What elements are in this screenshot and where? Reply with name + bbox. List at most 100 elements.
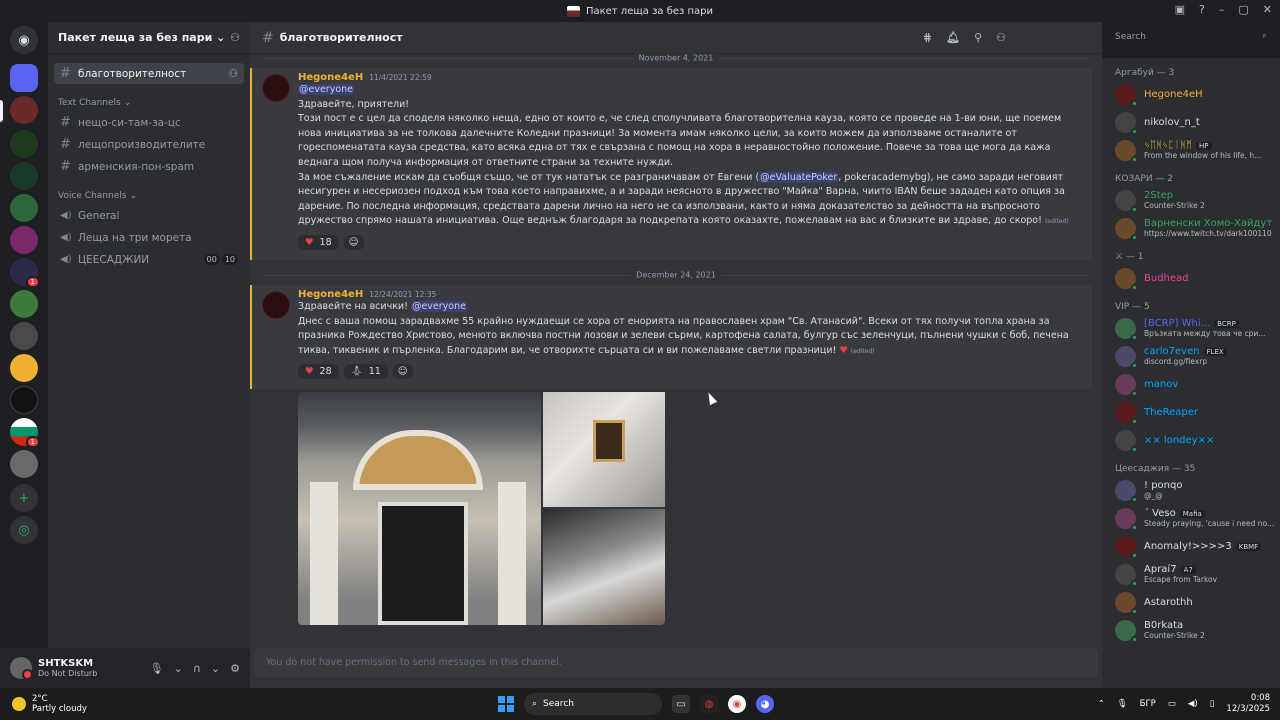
avatar[interactable]	[1115, 139, 1138, 163]
language-indicator[interactable]: БГР	[1140, 699, 1156, 709]
server-icon[interactable]	[10, 450, 38, 478]
member-item[interactable]: B0rkata Counter-Strike 2	[1102, 616, 1280, 644]
member-item[interactable]: Astarothh	[1102, 588, 1280, 616]
server-icon[interactable]	[10, 354, 38, 382]
member-item[interactable]: ´ Veso Mafia Steady praying, 'cause i need…	[1102, 504, 1280, 532]
avatar[interactable]	[1115, 479, 1138, 503]
mention[interactable]: @eValuatePoker	[759, 171, 839, 183]
clock[interactable]: 0:08 12/3/2025	[1226, 693, 1270, 715]
avatar[interactable]	[1115, 217, 1138, 241]
reaction-pray[interactable]: 🙏︎ 11	[343, 364, 388, 380]
category-voice-channels[interactable]: Voice Channels ⌄	[58, 191, 250, 201]
avatar[interactable]	[1115, 267, 1138, 291]
message-author[interactable]: Hegone4eH	[298, 289, 363, 300]
member-item[interactable]: Варненски Хомо-Хайдут https://www.twitch.…	[1102, 214, 1280, 242]
chevron-down-icon[interactable]: ⌄	[211, 662, 220, 675]
voice-channel[interactable]: ◀) Леща на три морета	[54, 227, 244, 248]
members-icon[interactable]: ⚇	[996, 31, 1006, 44]
close-button[interactable]: ✕	[1263, 3, 1272, 16]
server-icon-active[interactable]	[10, 64, 38, 92]
minimize-button[interactable]: –	[1219, 3, 1225, 16]
member-item[interactable]: Anomaly!>>>>3 KBMF	[1102, 532, 1280, 560]
avatar[interactable]	[1115, 189, 1138, 213]
avatar[interactable]	[1115, 535, 1138, 559]
server-icon[interactable]	[10, 130, 38, 158]
mention[interactable]: @everyone	[410, 301, 467, 312]
start-button[interactable]	[498, 696, 514, 712]
member-item[interactable]: Hegone4eH	[1102, 80, 1280, 108]
category-text-channels[interactable]: Text Channels ⌄	[58, 98, 250, 108]
member-item[interactable]: 2Step Counter-Strike 2	[1102, 186, 1280, 214]
server-icon[interactable]	[10, 162, 38, 190]
voice-channel[interactable]: ◀) General	[54, 205, 244, 226]
explore-button[interactable]: ◎	[10, 516, 38, 544]
chevron-up-icon[interactable]: ⌃	[1098, 699, 1105, 709]
avatar[interactable]	[1115, 345, 1138, 369]
avatar[interactable]	[1115, 591, 1138, 615]
chevron-down-icon[interactable]: ⌄	[174, 662, 183, 675]
member-item[interactable]: TheReaper	[1102, 398, 1280, 426]
reaction-heart[interactable]: ♥ 18	[298, 234, 339, 250]
add-reaction-button[interactable]: ☺	[392, 364, 413, 380]
avatar[interactable]	[1115, 373, 1138, 397]
channel-active[interactable]: # благотворителност ⚇	[54, 63, 244, 84]
server-icon[interactable]	[10, 194, 38, 222]
headphones-icon[interactable]: ∩	[193, 662, 201, 675]
mention[interactable]: @everyone	[298, 84, 355, 95]
channel-item[interactable]: # арменския-пон-spam	[54, 156, 244, 177]
church-photo[interactable]	[298, 392, 541, 625]
avatar[interactable]	[1115, 317, 1138, 341]
avatar[interactable]	[262, 291, 290, 319]
server-icon[interactable]	[10, 322, 38, 350]
battery-icon[interactable]: ▯	[1210, 699, 1215, 709]
food-bags-photo[interactable]	[543, 509, 665, 625]
member-item[interactable]: ! ponqo @_@	[1102, 476, 1280, 504]
gear-icon[interactable]: ⚙	[230, 662, 240, 675]
reaction-heart[interactable]: ♥ 28	[298, 364, 339, 380]
maximize-button[interactable]: ▢	[1238, 3, 1248, 16]
member-item[interactable]: manov	[1102, 370, 1280, 398]
guild-header[interactable]: Пакет леща за без пари ⌄ ⚇	[48, 22, 250, 54]
server-icon[interactable]	[10, 226, 38, 254]
avatar[interactable]	[1115, 507, 1138, 531]
help-icon[interactable]: ?	[1199, 3, 1205, 16]
message-author[interactable]: Hegone4eH	[298, 72, 363, 83]
server-icon[interactable]	[10, 96, 38, 124]
avatar[interactable]	[1115, 111, 1138, 135]
avatar[interactable]	[1115, 619, 1138, 643]
app-icon[interactable]: ◍	[700, 695, 718, 713]
add-member-icon[interactable]: ⚇	[230, 31, 240, 44]
add-reaction-button[interactable]: ☺	[343, 234, 364, 250]
avatar[interactable]	[10, 657, 33, 680]
threads-icon[interactable]: ⋕	[923, 31, 932, 44]
discord-taskbar-icon[interactable]: ◕	[756, 695, 774, 713]
member-item[interactable]: carlo7even FLEX discord.gg/flexrp	[1102, 342, 1280, 370]
avatar[interactable]	[1115, 83, 1138, 107]
bell-icon[interactable]: 🔔︎	[946, 31, 960, 44]
volume-icon[interactable]: ◀)	[1188, 699, 1198, 709]
avatar[interactable]	[262, 74, 290, 102]
direct-messages-button[interactable]: ◉	[10, 26, 38, 54]
member-item[interactable]: ᛃᛖᚻᛃᛈᛁᚻᛗ HP From the window of his life, h…	[1102, 136, 1280, 164]
microphone-icon[interactable]: 🎙︎	[1117, 699, 1128, 709]
add-member-icon[interactable]: ⚇	[229, 68, 238, 80]
avatar[interactable]	[1115, 429, 1138, 453]
avatar[interactable]	[1115, 563, 1138, 587]
member-item[interactable]: Budhead	[1102, 264, 1280, 292]
task-view-icon[interactable]: ▭	[672, 695, 690, 713]
add-server-button[interactable]: +	[10, 484, 38, 512]
member-item[interactable]: Apraí7 A7 Escape from Tarkov	[1102, 560, 1280, 588]
channel-item[interactable]: # нещо-си-там-за-цс	[54, 112, 244, 133]
avatar[interactable]	[1115, 401, 1138, 425]
server-icon[interactable]	[10, 386, 38, 414]
microphone-icon[interactable]: 🎙︎	[150, 662, 164, 675]
search-input[interactable]: Search ⌕	[1110, 29, 1272, 47]
network-icon[interactable]: ▭	[1168, 699, 1176, 709]
member-item[interactable]: nikolov_n_t	[1102, 108, 1280, 136]
member-item[interactable]: ×× londey××	[1102, 426, 1280, 454]
inbox-icon[interactable]: ▣	[1175, 3, 1185, 16]
icon-photo[interactable]	[543, 392, 665, 507]
server-icon[interactable]	[10, 290, 38, 318]
channel-item[interactable]: # лещопроизводителите	[54, 134, 244, 155]
message[interactable]: Hegone4eH 12/24/2021 12:35 Здравейте на …	[250, 285, 1092, 389]
